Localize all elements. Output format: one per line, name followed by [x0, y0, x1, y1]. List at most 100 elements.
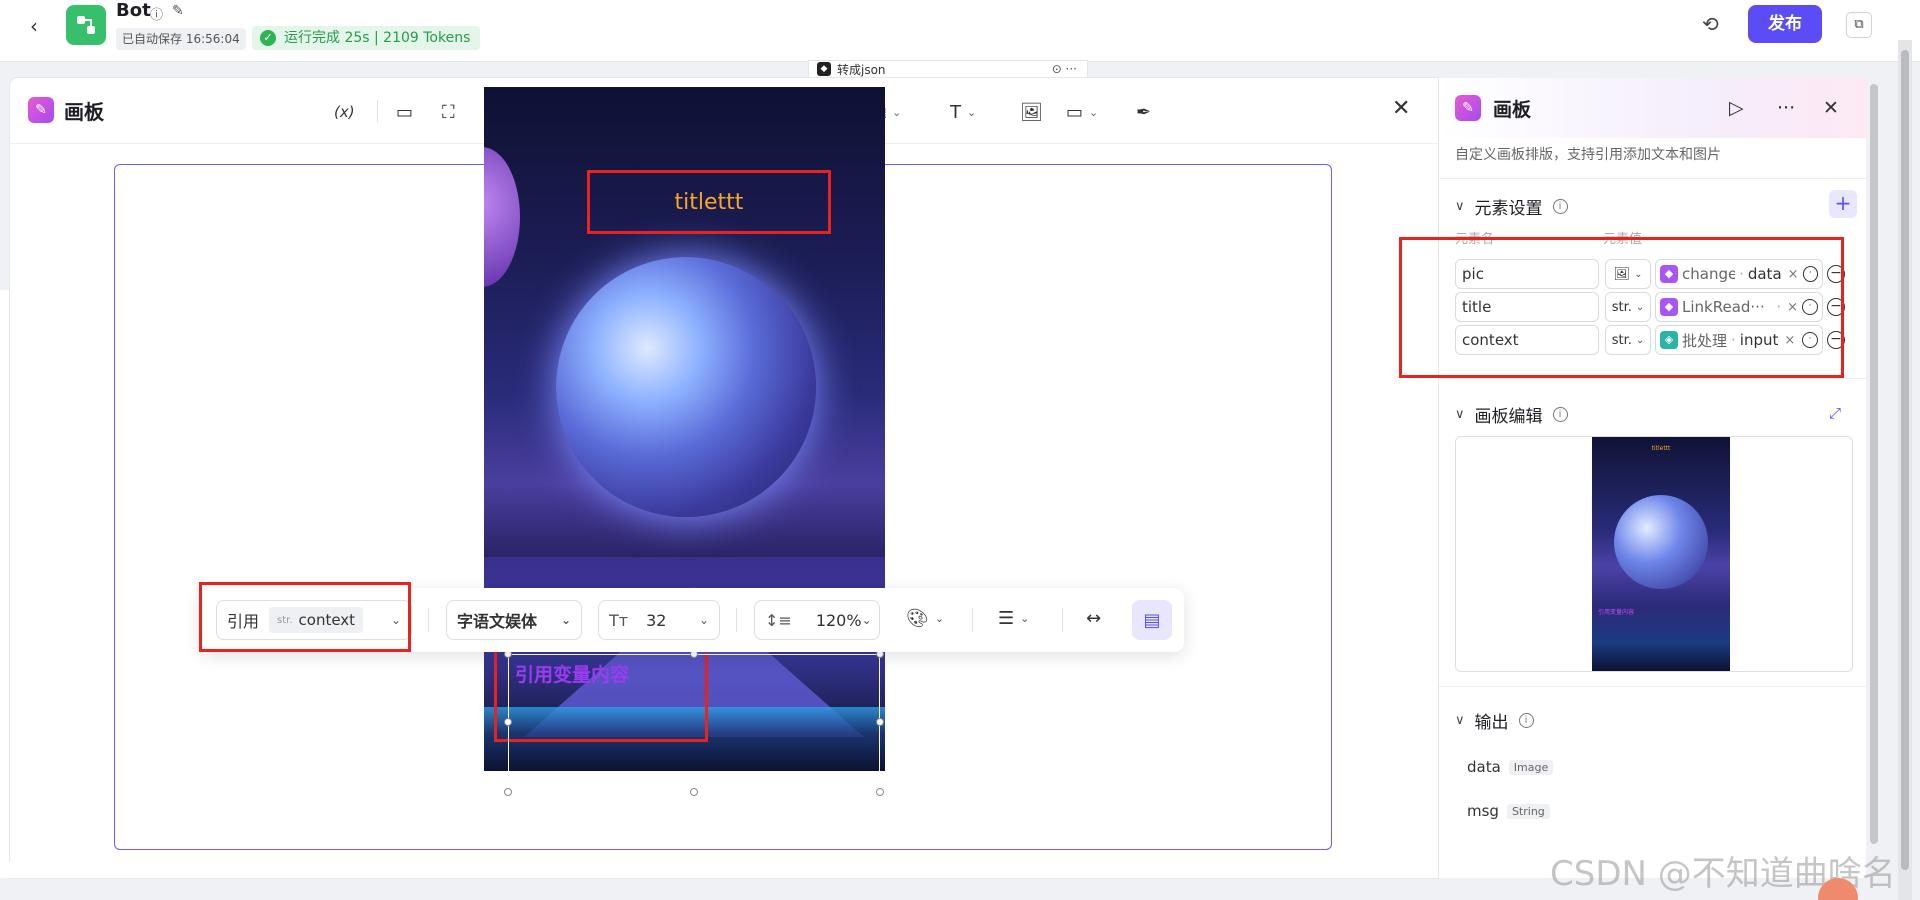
run-status-badge: ✓ 运行完成 25s | 2109 Tokens	[252, 26, 481, 50]
output-title: 输出	[1474, 713, 1509, 733]
canvas-title: 画板	[64, 100, 104, 124]
background-node-strip: ◆ 转成json ⊙ ···	[808, 60, 1088, 78]
output-item: data Image	[1467, 758, 1554, 776]
node-actions[interactable]: ⊙ ···	[1052, 62, 1077, 76]
chevron-down-icon: ∨	[1455, 199, 1465, 214]
preview-planet	[1614, 495, 1708, 589]
workflow-icon	[77, 16, 95, 34]
run-status-text: 运行完成 25s | 2109 Tokens	[284, 30, 471, 46]
history-icon[interactable]: ⟲	[1702, 12, 1719, 36]
scrollbar-thumb[interactable]	[1901, 50, 1909, 870]
scrollbar-thumb[interactable]	[1870, 84, 1878, 844]
resize-handle[interactable]	[504, 718, 512, 726]
reference-select-highlight	[199, 582, 411, 652]
line-height-select[interactable]: ↕≡ 120% ⌄	[754, 600, 880, 640]
resize-handle[interactable]	[504, 788, 512, 796]
node-label: 转成json	[837, 62, 886, 77]
canvas-edit-header[interactable]: ∨ 画板编辑 i	[1455, 402, 1568, 427]
divider	[377, 100, 378, 122]
config-panel: ✎ 画板 ▷ ··· ✕ 自定义画板排版，支持引用添加文本和图片 ∨ 元素设置 …	[1438, 78, 1866, 878]
canvas-edit-title: 画板编辑	[1474, 407, 1543, 427]
poster-moon	[484, 147, 520, 287]
add-element-button[interactable]: +	[1829, 190, 1857, 218]
divider	[1439, 178, 1866, 179]
divider	[736, 608, 737, 632]
shape-tool-icon[interactable]: ▭ ⌄	[1066, 99, 1098, 125]
divider	[1439, 686, 1866, 687]
window-icon[interactable]: ⧉	[1846, 12, 1872, 38]
element-settings-title: 元素设置	[1474, 199, 1543, 219]
info-icon[interactable]: ⓘ	[150, 4, 163, 23]
text-block-icon[interactable]: ▤	[1132, 600, 1172, 640]
canvas-icon: ✎	[1455, 95, 1481, 121]
close-icon[interactable]: ✕	[1392, 96, 1410, 121]
chevron-down-icon: ⌄	[698, 613, 709, 627]
text-tool-icon[interactable]: T ⌄	[950, 99, 976, 125]
left-background-panel	[0, 290, 10, 870]
canvas-preview[interactable]: titlettt 引用变量内容	[1455, 436, 1853, 672]
chevron-down-icon: ⌄	[861, 613, 872, 627]
element-settings-header[interactable]: ∨ 元素设置 i	[1455, 194, 1568, 219]
output-name: data	[1467, 758, 1501, 776]
panel-scrollbar[interactable]	[1866, 78, 1882, 878]
output-header[interactable]: ∨ 输出 i	[1455, 708, 1534, 733]
publish-button[interactable]: 发布	[1748, 5, 1822, 43]
edit-icon[interactable]: ✎	[172, 3, 184, 19]
page-scrollbar[interactable]	[1898, 40, 1912, 900]
output-type: Image	[1508, 759, 1554, 775]
output-item: msg String	[1467, 802, 1550, 820]
pen-tool-icon[interactable]: ✒	[1136, 99, 1151, 125]
resize-handle[interactable]	[876, 718, 884, 726]
output-name: msg	[1467, 802, 1499, 820]
top-bar: ‹ Bot ⓘ ✎ 已自动保存 16:56:04 ✓ 运行完成 25s | 21…	[0, 0, 1920, 62]
back-icon[interactable]: ‹	[30, 14, 52, 38]
output-type: String	[1506, 803, 1550, 819]
font-size-icon: Tт	[609, 610, 629, 630]
variable-icon[interactable]: (x)	[334, 99, 355, 125]
info-icon[interactable]: i	[1552, 199, 1568, 214]
resize-handle[interactable]	[876, 788, 884, 796]
bot-logo	[66, 5, 106, 45]
close-icon[interactable]: ✕	[1823, 97, 1839, 119]
chevron-down-icon: ∨	[1455, 713, 1465, 728]
poster-planet	[556, 257, 816, 517]
divider	[1062, 608, 1063, 632]
bot-name: Bot	[116, 0, 151, 21]
font-size-select[interactable]: Tт 32 ⌄	[598, 600, 720, 640]
more-icon[interactable]: ···	[1777, 97, 1795, 119]
preview-ref-text: 引用变量内容	[1598, 609, 1635, 616]
image-tool-icon[interactable]: 🖼︎	[1020, 99, 1043, 125]
info-icon[interactable]: i	[1518, 713, 1534, 728]
divider	[972, 608, 973, 632]
panel-description: 自定义画板排版，支持引用添加文本和图片	[1455, 147, 1721, 163]
chevron-down-icon: ∨	[1455, 407, 1465, 422]
check-icon: ✓	[260, 30, 276, 46]
expand-icon[interactable]: ⤢	[1829, 404, 1841, 422]
frame-icon[interactable]: ▭	[396, 99, 413, 125]
text-width-icon[interactable]: ↔	[1086, 608, 1101, 629]
chevron-down-icon: ⌄	[560, 613, 571, 627]
font-size-value: 32	[646, 610, 667, 630]
line-height-value: 120%	[815, 610, 862, 630]
font-select[interactable]: 字语文娱体 ⌄	[446, 600, 582, 640]
autosave-status: 已自动保存 16:56:04	[116, 28, 246, 50]
fit-screen-icon[interactable]: ⛶	[442, 99, 455, 125]
node-icon: ◆	[817, 62, 831, 76]
run-icon[interactable]: ▷	[1729, 97, 1744, 119]
font-name: 字语文娱体	[457, 612, 538, 631]
panel-title: 画板	[1493, 99, 1532, 121]
info-icon[interactable]: i	[1552, 407, 1568, 422]
line-height-icon: ↕≡	[765, 610, 792, 630]
selection-frame[interactable]	[508, 654, 880, 792]
preview-title-text: titlettt	[1651, 445, 1671, 452]
canvas-icon: ✎	[28, 97, 54, 123]
title-text-element[interactable]: titlettt	[587, 170, 831, 234]
color-palette-icon[interactable]: 🎨︎ ⌄	[906, 608, 944, 629]
text-align-icon[interactable]: ☰ ⌄	[998, 608, 1029, 629]
resize-handle[interactable]	[690, 788, 698, 796]
divider	[428, 608, 429, 632]
params-highlight	[1399, 237, 1844, 378]
background-text-strip	[0, 862, 1438, 878]
preview-poster: titlettt 引用变量内容	[1592, 437, 1730, 671]
divider	[1439, 378, 1866, 379]
